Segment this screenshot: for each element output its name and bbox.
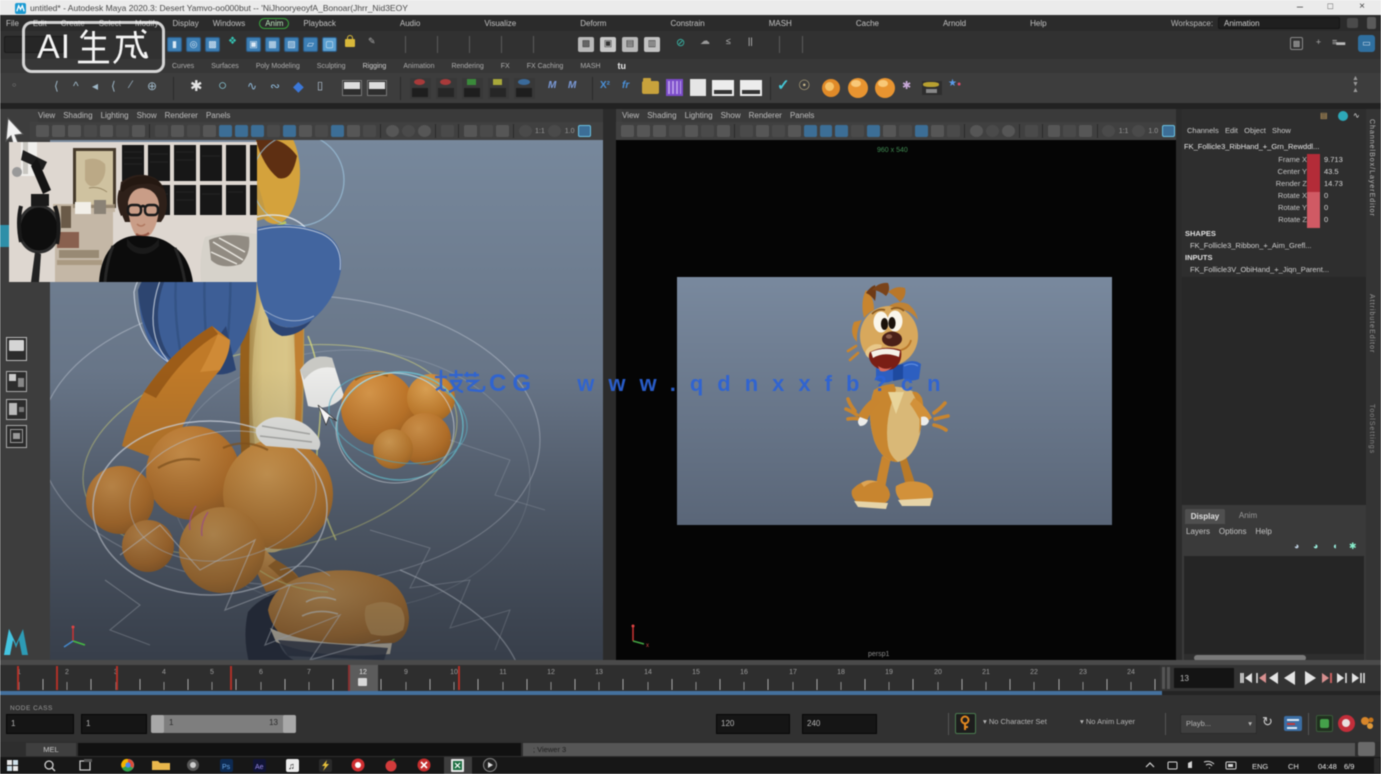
svg-text:6/9: 6/9 xyxy=(1344,762,1354,771)
svg-text:9: 9 xyxy=(404,669,408,676)
svg-text:19: 19 xyxy=(885,669,893,676)
svg-text:04:48: 04:48 xyxy=(1318,762,1337,771)
svg-text:12: 12 xyxy=(359,669,367,676)
svg-text:ENG: ENG xyxy=(1252,762,1268,771)
svg-text:Ps: Ps xyxy=(222,764,231,771)
svg-text:15: 15 xyxy=(692,669,700,676)
svg-text:13: 13 xyxy=(595,669,603,676)
svg-text:20: 20 xyxy=(934,669,942,676)
svg-text:11: 11 xyxy=(499,669,506,676)
svg-text:♫: ♫ xyxy=(288,761,295,771)
svg-text:18: 18 xyxy=(837,669,845,676)
svg-text:17: 17 xyxy=(789,669,797,676)
svg-text:CH: CH xyxy=(1288,762,1299,771)
svg-text:2: 2 xyxy=(65,669,69,676)
svg-text:14: 14 xyxy=(644,669,652,676)
svg-text:4: 4 xyxy=(162,669,166,676)
svg-text:7: 7 xyxy=(307,669,311,676)
svg-text:Ae: Ae xyxy=(255,764,264,771)
svg-text:13: 13 xyxy=(1180,674,1189,683)
svg-text:24: 24 xyxy=(1127,669,1135,676)
svg-text:23: 23 xyxy=(1079,669,1087,676)
svg-text:21: 21 xyxy=(982,669,990,676)
svg-text:16: 16 xyxy=(740,669,748,676)
svg-text:12: 12 xyxy=(547,669,555,676)
svg-text:x: x xyxy=(646,643,649,649)
svg-text:6: 6 xyxy=(259,669,263,676)
svg-text:10: 10 xyxy=(450,669,458,676)
svg-text:5: 5 xyxy=(210,669,214,676)
svg-text:persp1: persp1 xyxy=(868,651,890,658)
svg-text:22: 22 xyxy=(1030,669,1038,676)
svg-text:960 x 540: 960 x 540 xyxy=(877,147,908,154)
